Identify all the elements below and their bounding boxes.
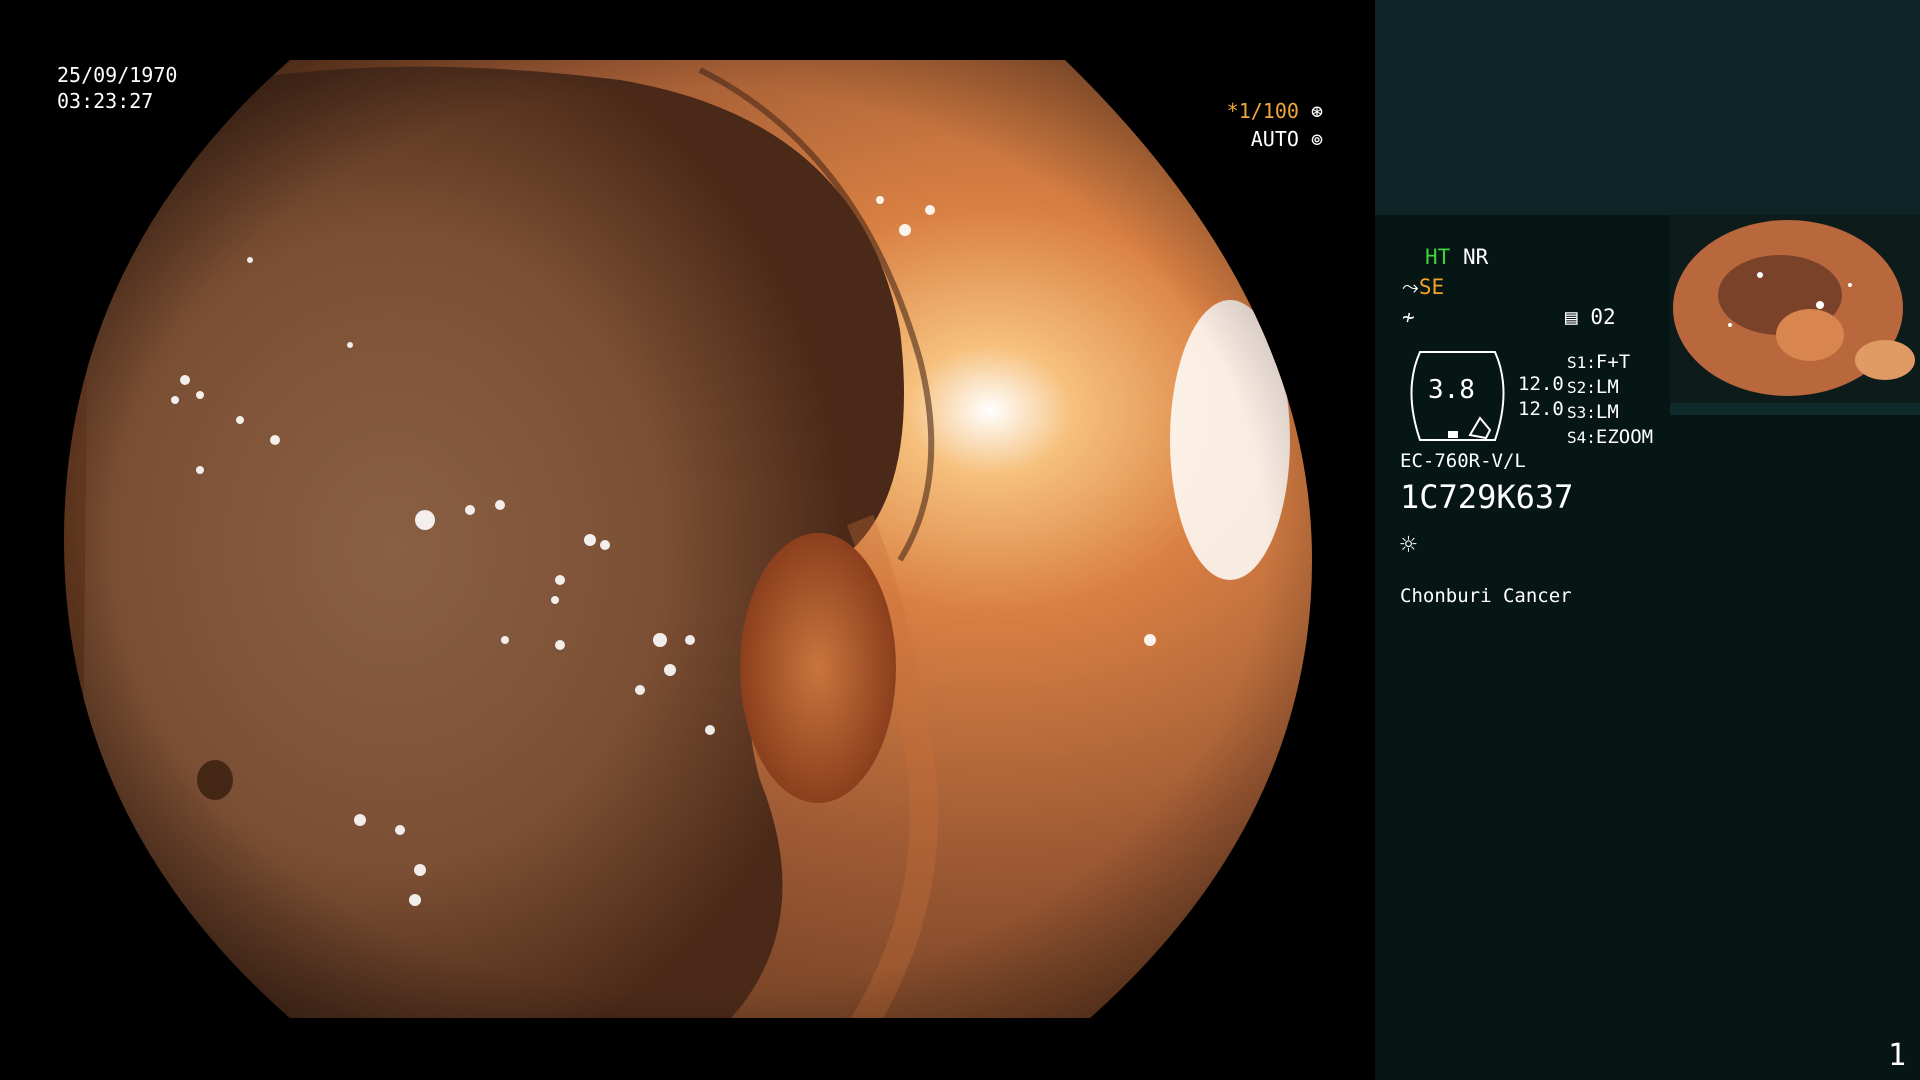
ht-indicator: HT — [1425, 245, 1451, 269]
hospital-name: Chonburi Cancer — [1400, 585, 1572, 607]
sun-icon: ☼ — [1400, 528, 1417, 561]
shutter-speed: *1/100 ⊛ — [1227, 99, 1323, 123]
se-indicator: SE — [1418, 275, 1445, 299]
thumbnail-status-bar — [1670, 403, 1920, 415]
se-row: ⤳SE — [1402, 275, 1444, 300]
exam-date: 25/09/1970 — [57, 63, 178, 87]
exam-time: 03:23:27 — [57, 89, 154, 113]
switch-item: S3:LM — [1567, 401, 1619, 423]
thumbnail-image — [1673, 220, 1915, 396]
gauge-readout: 12.0 — [1518, 373, 1564, 395]
memory-row: ▤ 02 — [1565, 305, 1616, 329]
zoom-value: 3.8 — [1428, 375, 1475, 405]
scope-tip-icon: ⤳ — [1402, 275, 1419, 299]
enhance-icon: ≁ — [1402, 305, 1415, 329]
panel-header-area — [1375, 0, 1920, 215]
memory-count: 02 — [1590, 305, 1616, 329]
gauge-readout: 12.0 — [1518, 398, 1564, 420]
nr-indicator: NR — [1462, 245, 1489, 269]
endoscopy-view: 25/09/1970 03:23:27 *1/100 ⊛ AUTO ⊚ — [0, 0, 1375, 1080]
iris-mode: AUTO ⊚ — [1251, 127, 1323, 151]
thumbnail-preview[interactable] — [1670, 215, 1920, 415]
scope-model: EC-760R-V/L — [1400, 450, 1526, 472]
scope-serial: 1C729K637 — [1400, 478, 1574, 516]
switch-item: S4:EZOOM — [1567, 426, 1654, 448]
iris-value: AUTO — [1250, 127, 1299, 151]
page-number: 1 — [1887, 1038, 1906, 1073]
endoscopy-image — [64, 60, 1312, 1018]
date-time-overlay: 25/09/1970 03:23:27 — [57, 62, 177, 114]
switch-list: S1:F+T S2:LM S3:LM S4:EZOOM — [1567, 350, 1653, 450]
memory-card-icon: ▤ — [1565, 305, 1578, 329]
info-panel: HT NR ⤳SE ≁ ▤ 02 3.8 12.0 12.0 S1:F+T S2… — [1375, 0, 1920, 1080]
gauge-readouts: 12.0 12.0 — [1518, 372, 1564, 422]
iris-icon: ⊚ — [1310, 127, 1323, 151]
switch-item: S1:F+T — [1567, 351, 1631, 373]
switch-item: S2:LM — [1567, 376, 1619, 398]
shutter-value: *1/100 — [1226, 99, 1299, 123]
image-mode-row: HT NR — [1425, 245, 1488, 269]
shutter-icon: ⊛ — [1310, 99, 1323, 123]
